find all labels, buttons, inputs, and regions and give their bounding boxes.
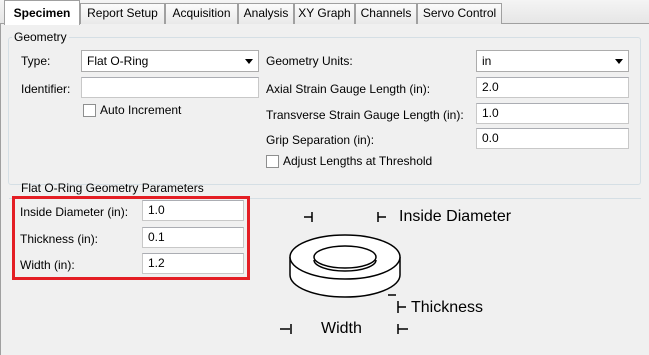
tab-servo-control[interactable]: Servo Control (417, 3, 502, 24)
identifier-field[interactable] (81, 77, 259, 98)
tab-strip: Specimen Report Setup Acquisition Analys… (0, 0, 649, 25)
thickness-label: Thickness (in): (20, 232, 99, 246)
axial-strain-label: Axial Strain Gauge Length (in): (266, 82, 431, 96)
transverse-strain-field[interactable]: 1.0 (476, 103, 629, 124)
tab-specimen[interactable]: Specimen (4, 0, 80, 25)
geometry-units-label: Geometry Units: (266, 54, 353, 68)
diagram-thickness-label: Thickness (411, 299, 484, 316)
geometry-units-value: in (482, 54, 492, 68)
thickness-field[interactable]: 0.1 (142, 227, 244, 248)
diagram-width-label: Width (321, 320, 362, 337)
inside-diameter-field[interactable]: 1.0 (142, 200, 244, 221)
chevron-down-icon (245, 59, 253, 64)
type-select-value: Flat O-Ring (87, 54, 149, 68)
inside-diameter-label: Inside Diameter (in): (20, 205, 129, 219)
transverse-strain-label: Transverse Strain Gauge Length (in): (266, 108, 464, 122)
params-title: Flat O-Ring Geometry Parameters (21, 181, 204, 195)
tab-xy-graph[interactable]: XY Graph (294, 3, 355, 24)
tab-acquisition[interactable]: Acquisition (165, 3, 238, 24)
auto-increment-checkbox[interactable] (83, 104, 96, 117)
axial-strain-field[interactable]: 2.0 (476, 77, 629, 98)
auto-increment-label: Auto Increment (100, 103, 182, 117)
identifier-label: Identifier: (21, 82, 71, 96)
width-label: Width (in): (20, 258, 75, 272)
diagram-inside-diameter-label: Inside Diameter (399, 208, 512, 225)
adjust-lengths-checkbox[interactable] (266, 155, 279, 168)
geometry-title: Geometry (12, 30, 69, 44)
grip-separation-field[interactable]: 0.0 (476, 128, 629, 149)
geometry-units-select[interactable]: in (476, 50, 629, 72)
tab-report-setup[interactable]: Report Setup (80, 3, 165, 24)
thickness-marker-icon (388, 294, 406, 313)
inside-diameter-marker-icon (304, 212, 386, 222)
tab-analysis[interactable]: Analysis (238, 3, 294, 24)
grip-separation-label: Grip Separation (in): (266, 133, 375, 147)
chevron-down-icon (615, 59, 623, 64)
width-field[interactable]: 1.2 (142, 253, 244, 274)
o-ring-icon (289, 234, 401, 298)
tab-channels[interactable]: Channels (355, 3, 417, 24)
adjust-lengths-label: Adjust Lengths at Threshold (283, 154, 433, 168)
type-label: Type: (21, 54, 51, 68)
type-select[interactable]: Flat O-Ring (81, 50, 259, 72)
